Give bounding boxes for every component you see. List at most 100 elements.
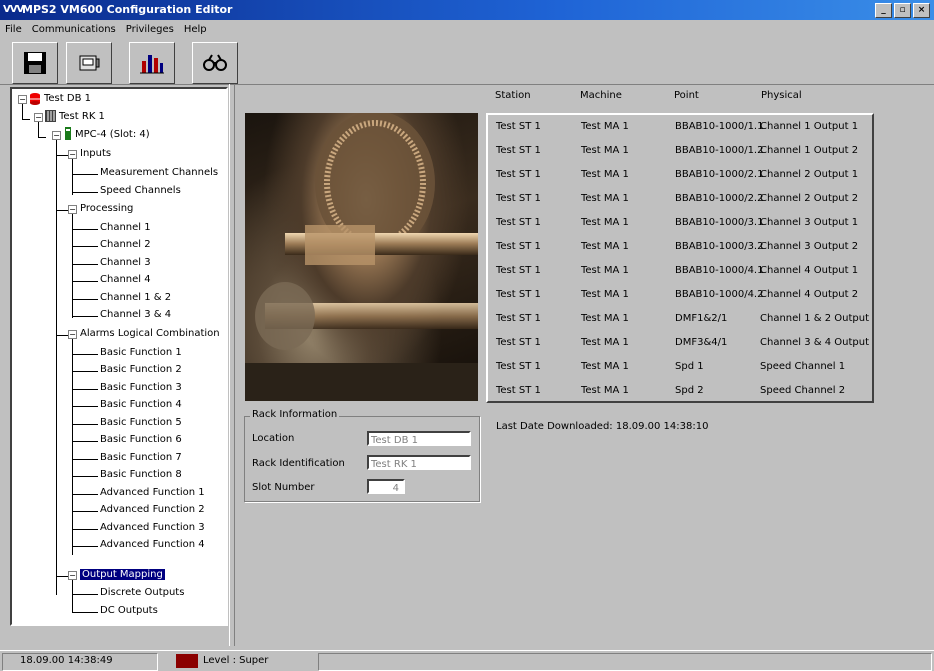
rack-identification-label: Rack Identification — [252, 458, 345, 469]
cell-station: Test ST 1 — [496, 361, 541, 372]
menu-privileges[interactable]: Privileges — [121, 22, 179, 38]
slot-number-field[interactable]: 4 — [367, 479, 405, 494]
menu-help[interactable]: Help — [179, 22, 212, 38]
tree-item-channel-1-2[interactable]: Channel 1 & 2 — [100, 289, 171, 306]
tree-item-advanced-function-2[interactable]: Advanced Function 2 — [100, 501, 205, 518]
cell-machine: Test MA 1 — [581, 121, 629, 132]
cell-machine: Test MA 1 — [581, 265, 629, 276]
rack-icon — [45, 110, 56, 122]
table-row[interactable]: Test ST 1 Test MA 1 BBAB10-1000/4.1 Chan… — [488, 259, 872, 283]
table-row[interactable]: Test ST 1 Test MA 1 BBAB10-1000/4.2 Chan… — [488, 283, 872, 307]
tree-item-card[interactable]: MPC-4 (Slot: 4) — [75, 126, 150, 143]
tree-item-channel-3[interactable]: Channel 3 — [100, 254, 151, 271]
cell-point: BBAB10-1000/1.2 — [675, 145, 764, 156]
statistics-button[interactable] — [129, 42, 175, 84]
device-button[interactable] — [66, 42, 112, 84]
tree-item-alarms[interactable]: Alarms Logical Combination — [80, 325, 220, 342]
table-row[interactable]: Test ST 1 Test MA 1 BBAB10-1000/3.1 Chan… — [488, 211, 872, 235]
rack-identification-field[interactable]: Test RK 1 — [367, 455, 471, 470]
collapse-toggle[interactable]: − — [68, 330, 77, 339]
title-bar: VVV MPS2 VM600 Configuration Editor _ ▫ … — [0, 0, 934, 20]
tree-item-basic-function-1[interactable]: Basic Function 1 — [100, 344, 182, 361]
cell-station: Test ST 1 — [496, 241, 541, 252]
location-field[interactable]: Test DB 1 — [367, 431, 471, 446]
collapse-toggle[interactable]: − — [68, 205, 77, 214]
cell-physical: Channel 4 Output 2 — [760, 289, 859, 300]
collapse-toggle[interactable]: − — [18, 95, 27, 104]
tree-item-advanced-function-4[interactable]: Advanced Function 4 — [100, 536, 205, 553]
cell-point: BBAB10-1000/4.2 — [675, 289, 764, 300]
tree-item-output-mapping[interactable]: Output Mapping — [80, 569, 165, 580]
tree-item-database[interactable]: Test DB 1 — [44, 90, 91, 107]
table-row[interactable]: Test ST 1 Test MA 1 DMF3&4/1 Channel 3 &… — [488, 331, 872, 355]
save-button[interactable] — [12, 42, 58, 84]
cell-physical: Channel 3 Output 1 — [760, 217, 859, 228]
table-row[interactable]: Test ST 1 Test MA 1 Spd 1 Speed Channel … — [488, 355, 872, 379]
tree-item-advanced-function-1[interactable]: Advanced Function 1 — [100, 484, 205, 501]
menu-communications[interactable]: Communications — [27, 22, 121, 38]
cell-point: BBAB10-1000/3.2 — [675, 241, 764, 252]
table-row[interactable]: Test ST 1 Test MA 1 BBAB10-1000/2.2 Chan… — [488, 187, 872, 211]
maximize-button[interactable]: ▫ — [894, 3, 911, 18]
cell-physical: Channel 1 Output 2 — [760, 145, 859, 156]
cell-physical: Speed Channel 2 — [760, 385, 846, 396]
cell-physical: Channel 3 & 4 Output — [760, 337, 870, 348]
cell-machine: Test MA 1 — [581, 289, 629, 300]
tree-item-discrete-outputs[interactable]: Discrete Outputs — [100, 584, 184, 601]
column-header-point[interactable]: Point — [674, 90, 699, 101]
tree-item-advanced-function-3[interactable]: Advanced Function 3 — [100, 519, 205, 536]
tree-item-inputs[interactable]: Inputs — [80, 145, 111, 162]
configuration-tree[interactable]: − Test DB 1 − Test RK 1 − MPC-4 (Slot: 4… — [10, 87, 228, 626]
tree-item-basic-function-5[interactable]: Basic Function 5 — [100, 414, 182, 431]
menu-bar: File Communications Privileges Help — [0, 22, 212, 38]
column-header-physical[interactable]: Physical — [761, 90, 802, 101]
collapse-toggle[interactable]: − — [68, 571, 77, 580]
output-mapping-table[interactable]: Test ST 1 Test MA 1 BBAB10-1000/1.1 Chan… — [486, 113, 874, 403]
tree-item-channel-2[interactable]: Channel 2 — [100, 236, 151, 253]
tree-item-channel-1[interactable]: Channel 1 — [100, 219, 151, 236]
tree-item-channel-3-4[interactable]: Channel 3 & 4 — [100, 306, 171, 323]
table-row[interactable]: Test ST 1 Test MA 1 BBAB10-1000/2.1 Chan… — [488, 163, 872, 187]
tree-item-channel-4[interactable]: Channel 4 — [100, 271, 151, 288]
cell-point: Spd 1 — [675, 361, 704, 372]
table-row[interactable]: Test ST 1 Test MA 1 BBAB10-1000/1.1 Chan… — [488, 115, 872, 139]
cell-station: Test ST 1 — [496, 217, 541, 228]
tree-item-basic-function-7[interactable]: Basic Function 7 — [100, 449, 182, 466]
close-button[interactable]: × — [913, 3, 930, 18]
tree-item-basic-function-6[interactable]: Basic Function 6 — [100, 431, 182, 448]
tree-item-basic-function-4[interactable]: Basic Function 4 — [100, 396, 182, 413]
tree-item-speed-channels[interactable]: Speed Channels — [100, 182, 181, 199]
cell-station: Test ST 1 — [496, 169, 541, 180]
tree-item-rack[interactable]: Test RK 1 — [59, 108, 105, 125]
cell-physical: Channel 1 Output 1 — [760, 121, 859, 132]
cell-point: BBAB10-1000/4.1 — [675, 265, 764, 276]
cell-station: Test ST 1 — [496, 121, 541, 132]
rack-information-group: Rack Information Location Test DB 1 Rack… — [244, 409, 480, 502]
tree-item-basic-function-2[interactable]: Basic Function 2 — [100, 361, 182, 378]
bar-chart-icon — [140, 55, 164, 74]
collapse-toggle[interactable]: − — [68, 150, 77, 159]
tree-item-dc-outputs[interactable]: DC Outputs — [100, 602, 158, 619]
collapse-toggle[interactable]: − — [34, 113, 43, 122]
menu-file[interactable]: File — [0, 22, 27, 38]
minimize-button[interactable]: _ — [875, 3, 892, 18]
pane-splitter[interactable] — [229, 84, 235, 646]
table-row[interactable]: Test ST 1 Test MA 1 DMF1&2/1 Channel 1 &… — [488, 307, 872, 331]
tree-item-basic-function-8[interactable]: Basic Function 8 — [100, 466, 182, 483]
tree-item-measurement-channels[interactable]: Measurement Channels — [100, 164, 218, 181]
column-header-station[interactable]: Station — [495, 90, 531, 101]
table-row[interactable]: Test ST 1 Test MA 1 BBAB10-1000/1.2 Chan… — [488, 139, 872, 163]
tree-item-basic-function-3[interactable]: Basic Function 3 — [100, 379, 182, 396]
view-button[interactable] — [192, 42, 238, 84]
cell-point: BBAB10-1000/3.1 — [675, 217, 764, 228]
cell-point: Spd 2 — [675, 385, 704, 396]
cell-machine: Test MA 1 — [581, 361, 629, 372]
column-header-machine[interactable]: Machine — [580, 90, 622, 101]
table-row[interactable]: Test ST 1 Test MA 1 BBAB10-1000/3.2 Chan… — [488, 235, 872, 259]
tree-item-processing[interactable]: Processing — [80, 200, 133, 217]
table-row[interactable]: Test ST 1 Test MA 1 Spd 2 Speed Channel … — [488, 379, 872, 403]
location-label: Location — [252, 433, 295, 444]
collapse-toggle[interactable]: − — [52, 131, 61, 140]
cell-machine: Test MA 1 — [581, 145, 629, 156]
cell-station: Test ST 1 — [496, 385, 541, 396]
